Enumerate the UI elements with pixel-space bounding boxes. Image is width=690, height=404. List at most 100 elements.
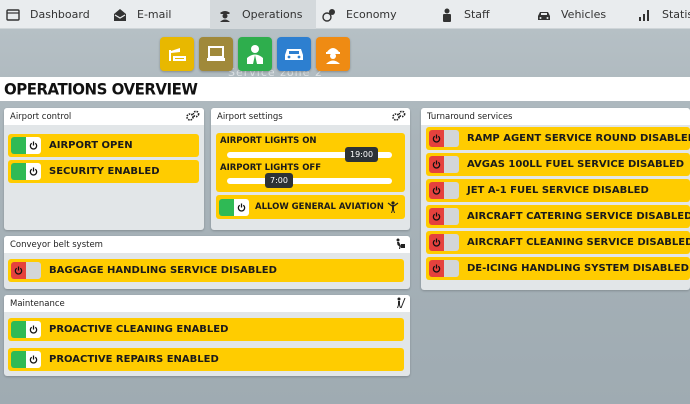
toggle-row[interactable]: RAMP AGENT SERVICE ROUND DISABLED [426, 127, 690, 150]
lights-off-handle[interactable]: 7:00 [265, 173, 293, 188]
tab-economy[interactable]: Economy [316, 0, 426, 29]
lights-on-slider[interactable]: 19:00 [227, 147, 392, 162]
panel-title: Conveyor belt system [10, 239, 103, 250]
toggle-row[interactable]: AVGAS 100LL FUEL SERVICE DISABLED [426, 153, 690, 176]
tab-label: Dashboard [30, 8, 90, 21]
envelope-icon [113, 8, 127, 22]
toggle-label: PROACTIVE CLEANING ENABLED [49, 324, 229, 335]
lights-off-label: AIRPORT LIGHTS OFF [220, 163, 322, 173]
power-icon [11, 262, 26, 279]
toggle-label: AIRCRAFT CATERING SERVICE DISABLED [467, 211, 690, 222]
settings-icon[interactable] [186, 110, 200, 125]
toggle-row[interactable]: DE-ICING HANDLING SYSTEM DISABLED [426, 257, 690, 280]
page-header: OPERATIONS OVERVIEW [0, 77, 690, 101]
panel-title: Maintenance [10, 298, 65, 309]
toggle-row[interactable]: AIRCRAFT CATERING SERVICE DISABLED [426, 205, 690, 228]
toggle-row[interactable]: BAGGAGE HANDLING SERVICE DISABLED [8, 259, 404, 282]
dashboard-icon [6, 8, 20, 22]
tab-staff[interactable]: Staff [426, 0, 529, 29]
toggle-row[interactable]: JET A-1 FUEL SERVICE DISABLED [426, 179, 690, 202]
toggle-row[interactable]: SECURITY ENABLED [8, 160, 199, 183]
toggle-switch[interactable] [11, 137, 41, 154]
tab-label: Operations [242, 8, 303, 21]
toggle-label: JET A-1 FUEL SERVICE DISABLED [467, 185, 649, 196]
toggle-switch[interactable] [429, 234, 459, 251]
power-icon [26, 137, 41, 154]
toggle-row[interactable]: AIRPORT OPEN [8, 134, 199, 157]
toggle-switch[interactable] [219, 198, 249, 216]
airport-lights-settings: AIRPORT LIGHTS ON 19:00 AIRPORT LIGHTS O… [216, 133, 405, 192]
toggle-label: AVGAS 100LL FUEL SERVICE DISABLED [467, 159, 685, 170]
panel-header: Maintenance [4, 295, 410, 312]
toggle-switch[interactable] [429, 156, 459, 173]
tab-label: Economy [346, 8, 397, 21]
toggle-switch[interactable] [429, 260, 459, 277]
power-icon [429, 208, 444, 225]
power-icon [26, 321, 41, 338]
toggle-row[interactable]: ALLOW GENERAL AVIATION [216, 195, 405, 219]
toggle-label: AIRPORT OPEN [49, 140, 133, 151]
settings-icon[interactable] [392, 110, 406, 125]
tab-label: Staff [464, 8, 490, 21]
toggle-label: BAGGAGE HANDLING SERVICE DISABLED [49, 265, 277, 276]
power-icon [26, 163, 41, 180]
person-icon [440, 8, 454, 22]
tab-dashboard[interactable]: Dashboard [0, 0, 105, 29]
top-navigation: Dashboard E-mail Operations Economy Staf… [0, 0, 690, 29]
worker-icon[interactable] [316, 37, 350, 71]
vehicle-icon[interactable] [277, 37, 311, 71]
toggle-switch[interactable] [11, 321, 41, 338]
car-icon [537, 8, 551, 22]
coins-icon [322, 8, 336, 22]
panel-header: Airport settings [211, 108, 410, 125]
lights-on-label: AIRPORT LIGHTS ON [220, 136, 317, 146]
power-icon [234, 198, 249, 216]
tab-label: Statis [662, 8, 690, 21]
power-icon [26, 351, 41, 368]
panel-title: Turnaround services [427, 111, 513, 122]
tab-email[interactable]: E-mail [105, 0, 210, 29]
toggle-switch[interactable] [429, 208, 459, 225]
toggle-row[interactable]: AIRCRAFT CLEANING SERVICE DISABLED [426, 231, 690, 254]
page-title: OPERATIONS OVERVIEW [4, 79, 198, 99]
power-icon [429, 182, 444, 199]
power-icon [429, 260, 444, 277]
toggle-label: AIRCRAFT CLEANING SERVICE DISABLED [467, 237, 690, 248]
operations-subnav [160, 37, 350, 71]
bar-chart-icon [638, 8, 652, 22]
airport-icon[interactable] [160, 37, 194, 71]
tab-operations[interactable]: Operations [210, 0, 316, 29]
panel-title: Airport control [10, 111, 72, 122]
janitor-icon [394, 297, 406, 312]
toggle-label: DE-ICING HANDLING SYSTEM DISABLED [467, 263, 689, 274]
toggle-label: PROACTIVE REPAIRS ENABLED [49, 354, 219, 365]
tab-label: Vehicles [561, 8, 607, 21]
staff-icon[interactable] [238, 37, 272, 71]
panel-title: Airport settings [217, 111, 283, 122]
pilot-icon [218, 8, 232, 22]
toggle-label: ALLOW GENERAL AVIATION [255, 202, 384, 212]
computer-icon[interactable] [199, 37, 233, 71]
tab-label: E-mail [137, 8, 172, 21]
panel-header: Conveyor belt system [4, 236, 410, 253]
power-icon [429, 156, 444, 173]
toggle-switch[interactable] [11, 351, 41, 368]
panel-header: Airport control [4, 108, 204, 125]
tab-vehicles[interactable]: Vehicles [529, 0, 632, 29]
marshaller-icon [386, 200, 400, 217]
toggle-switch[interactable] [11, 163, 41, 180]
panel-header: Turnaround services [421, 108, 690, 125]
baggage-handler-icon [394, 238, 406, 253]
toggle-label: SECURITY ENABLED [49, 166, 160, 177]
toggle-row[interactable]: PROACTIVE CLEANING ENABLED [8, 318, 404, 341]
lights-on-handle[interactable]: 19:00 [345, 147, 379, 162]
lights-off-slider[interactable]: 7:00 [227, 173, 392, 188]
tab-statistics[interactable]: Statis [632, 0, 690, 29]
toggle-label: RAMP AGENT SERVICE ROUND DISABLED [467, 133, 690, 144]
toggle-switch[interactable] [429, 182, 459, 199]
toggle-row[interactable]: PROACTIVE REPAIRS ENABLED [8, 348, 404, 371]
toggle-switch[interactable] [11, 262, 41, 279]
power-icon [429, 130, 444, 147]
toggle-switch[interactable] [429, 130, 459, 147]
power-icon [429, 234, 444, 251]
